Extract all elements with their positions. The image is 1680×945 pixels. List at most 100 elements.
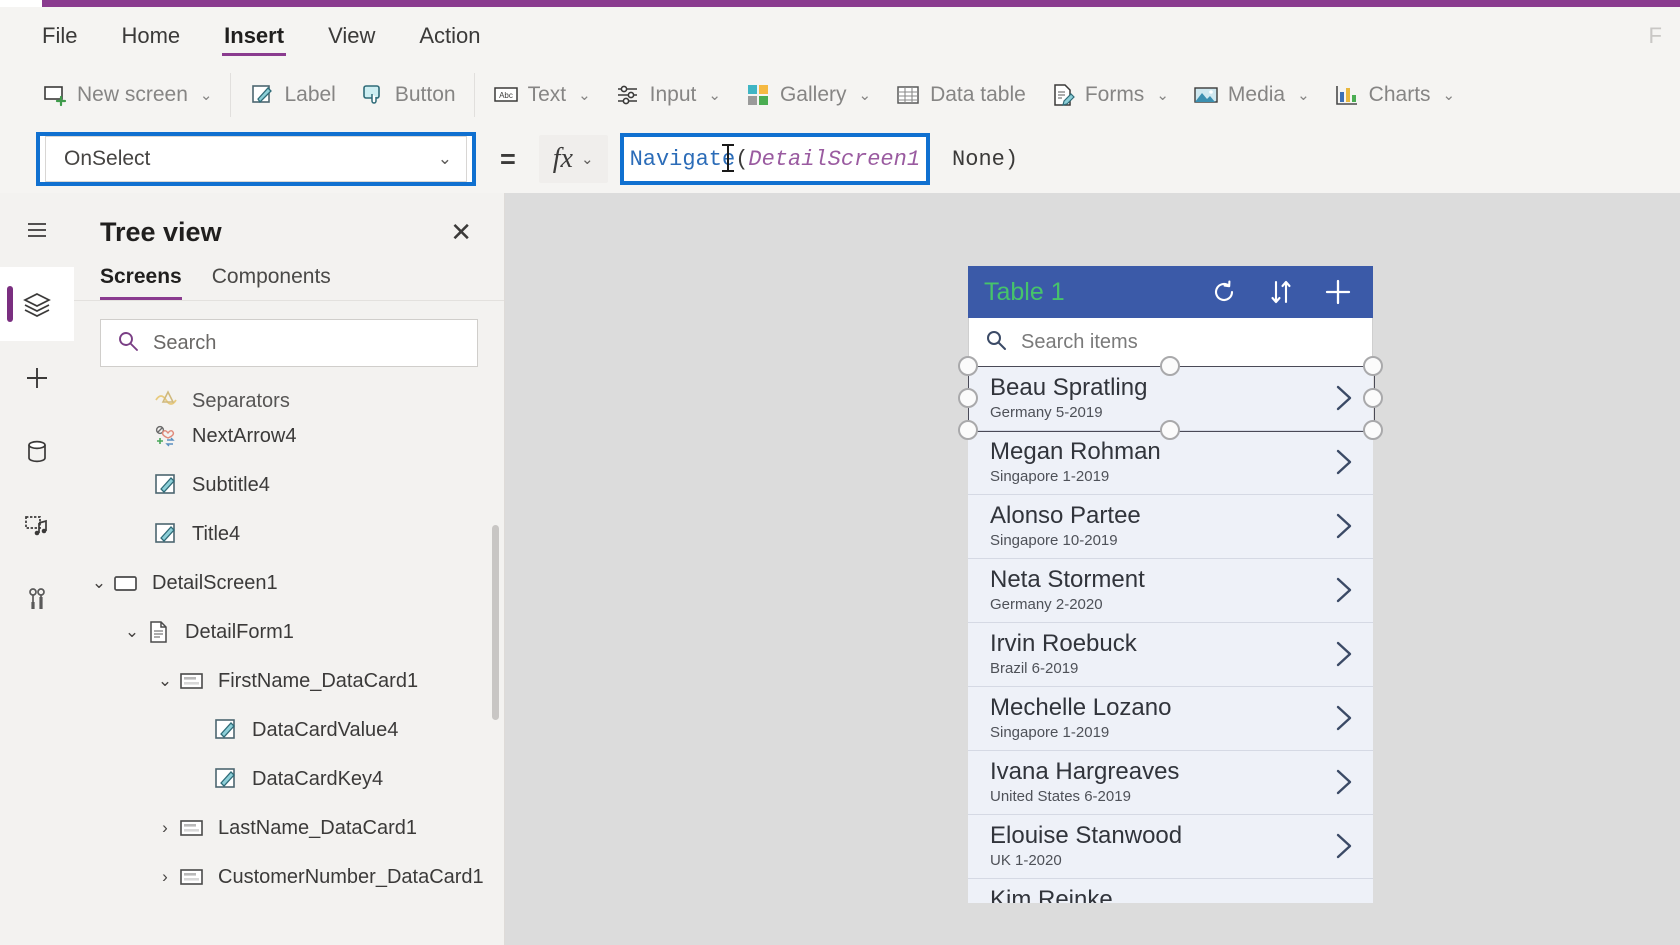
sort-icon[interactable] xyxy=(1266,277,1296,307)
ribbon-input-button[interactable]: Input ⌄ xyxy=(603,76,733,114)
next-arrow-icon[interactable] xyxy=(1333,511,1355,541)
tree-node-firstname-datacard1[interactable]: ⌄ FirstName_DataCard1 xyxy=(74,656,504,705)
datacard-icon xyxy=(178,863,206,891)
tab-screens[interactable]: Screens xyxy=(100,265,182,300)
tree-node-subtitle4[interactable]: Subtitle4 xyxy=(74,460,504,509)
next-arrow-icon[interactable] xyxy=(1333,447,1355,477)
resize-handle-middle-left[interactable] xyxy=(958,388,978,408)
chevron-down-icon[interactable]: ⌄ xyxy=(859,86,872,104)
ribbon-data-table-button[interactable]: Data table xyxy=(883,76,1038,114)
tree-view-panel: Tree view ✕ Screens Components Search Se… xyxy=(74,193,505,945)
equals-sign: = xyxy=(500,143,516,174)
next-arrow-icon[interactable] xyxy=(1333,575,1355,605)
search-placeholder: Search xyxy=(153,331,217,354)
menu-item-file[interactable]: File xyxy=(40,7,79,65)
ribbon-button-button[interactable]: Button xyxy=(348,76,468,114)
chevron-down-icon[interactable]: ⌄ xyxy=(152,671,178,691)
tree-node-customernumber-datacard1[interactable]: › CustomerNumber_DataCard1 xyxy=(74,852,504,901)
chevron-down-icon[interactable]: ⌄ xyxy=(200,86,213,104)
next-arrow-icon[interactable] xyxy=(1333,639,1355,669)
menu-item-label: File xyxy=(42,23,78,48)
next-arrow-icon[interactable] xyxy=(1333,831,1355,861)
formula-input[interactable]: Navigate(DetailScreen1 xyxy=(619,133,931,185)
ribbon-item-label: Label xyxy=(284,83,336,106)
chevron-down-icon[interactable]: ⌄ xyxy=(708,86,721,104)
ribbon-item-label: Gallery xyxy=(779,83,847,106)
chevron-right-icon[interactable]: › xyxy=(152,818,178,838)
data-icon[interactable] xyxy=(0,415,74,489)
add-icon[interactable] xyxy=(1323,277,1353,307)
chevron-down-icon[interactable]: ⌄ xyxy=(1443,86,1456,104)
gallery-icon xyxy=(745,82,771,108)
tree-view-scrollbar[interactable] xyxy=(492,525,499,720)
gallery-item[interactable]: Irvin Roebuck Brazil 6-2019 xyxy=(968,623,1373,687)
gallery-item[interactable]: Elouise Stanwood UK 1-2020 xyxy=(968,815,1373,879)
ribbon-item-label: Text xyxy=(527,83,567,106)
resize-handle-top-center[interactable] xyxy=(1160,356,1180,376)
resize-handle-middle-right[interactable] xyxy=(1363,388,1383,408)
ribbon-text-button[interactable]: Abc Text ⌄ xyxy=(481,76,603,114)
next-arrow-icon[interactable] xyxy=(1333,703,1355,733)
resize-handle-bottom-left[interactable] xyxy=(958,420,978,440)
separators-icon xyxy=(152,383,180,411)
icon-control-icon xyxy=(152,422,180,450)
media-library-icon[interactable] xyxy=(0,489,74,563)
gallery-item-name: Ivana Hargreaves xyxy=(990,758,1180,785)
chevron-down-icon[interactable]: ⌄ xyxy=(578,86,591,104)
advanced-tools-icon[interactable] xyxy=(0,563,74,637)
ribbon-forms-button[interactable]: Forms ⌄ xyxy=(1038,76,1181,114)
resize-handle-bottom-right[interactable] xyxy=(1363,420,1383,440)
resize-handle-top-left[interactable] xyxy=(958,356,978,376)
search-input[interactable]: Search xyxy=(100,319,478,367)
menu-bar-overflow[interactable]: F xyxy=(1649,23,1662,49)
chevron-down-icon[interactable]: ⌄ xyxy=(86,573,112,593)
gallery-item[interactable]: Alonso Partee Singapore 10-2019 xyxy=(968,495,1373,559)
property-dropdown[interactable]: OnSelect ⌄ xyxy=(45,136,467,182)
gallery-item[interactable]: Mechelle Lozano Singapore 1-2019 xyxy=(968,687,1373,751)
next-arrow-icon[interactable] xyxy=(1333,383,1355,413)
hamburger-menu-icon[interactable] xyxy=(0,193,74,267)
gallery-item[interactable]: Kim Reinke xyxy=(968,879,1373,903)
close-icon[interactable]: ✕ xyxy=(444,215,478,249)
resize-handle-top-right[interactable] xyxy=(1363,356,1383,376)
gallery-item-name: Beau Spratling xyxy=(990,374,1148,401)
tree-view-tabs: Screens Components xyxy=(74,255,504,301)
chevron-down-icon[interactable]: ⌄ xyxy=(119,622,145,642)
ribbon-new-screen-button[interactable]: New screen ⌄ xyxy=(30,76,224,114)
ribbon-media-button[interactable]: Media ⌄ xyxy=(1181,76,1322,114)
gallery-item-subtitle: Germany 5-2019 xyxy=(990,403,1103,421)
fx-button[interactable]: fx ⌄ xyxy=(538,135,608,183)
tree-node-datacardvalue4[interactable]: DataCardValue4 xyxy=(74,705,504,754)
tree-node-title4[interactable]: Title4 xyxy=(74,509,504,558)
chevron-down-icon[interactable]: ⌄ xyxy=(1156,86,1169,104)
menu-item-insert[interactable]: Insert xyxy=(222,7,286,65)
ribbon-label-button[interactable]: Label xyxy=(237,76,347,114)
tree-node-detailform1[interactable]: ⌄ DetailForm1 xyxy=(74,607,504,656)
tree-node-datacardkey4[interactable]: DataCardKey4 xyxy=(74,754,504,803)
tree-node-detailscreen1[interactable]: ⌄ DetailScreen1 xyxy=(74,558,504,607)
tree-node-label: FirstName_DataCard1 xyxy=(218,669,419,692)
gallery-item[interactable]: Neta Storment Germany 2-2020 xyxy=(968,559,1373,623)
chevron-down-icon[interactable]: ⌄ xyxy=(1297,86,1310,104)
ribbon-charts-button[interactable]: Charts ⌄ xyxy=(1322,76,1467,114)
ribbon-item-label: Data table xyxy=(930,83,1026,106)
insert-plus-icon[interactable] xyxy=(0,341,74,415)
chevron-down-icon: ⌄ xyxy=(581,151,594,168)
tree-node-nextarrow4[interactable]: NextArrow4 xyxy=(74,411,504,460)
tab-components[interactable]: Components xyxy=(212,265,331,300)
ribbon-gallery-button[interactable]: Gallery ⌄ xyxy=(733,76,883,114)
menu-item-action[interactable]: Action xyxy=(417,7,482,65)
gallery-item[interactable]: Ivana Hargreaves United States 6-2019 xyxy=(968,751,1373,815)
tree-view-icon[interactable] xyxy=(0,267,74,341)
chevron-right-icon[interactable]: › xyxy=(152,867,178,887)
menu-item-label: Insert xyxy=(224,23,285,48)
tree-node-separators[interactable]: Separators xyxy=(74,381,504,411)
tree-node-lastname-datacard1[interactable]: › LastName_DataCard1 xyxy=(74,803,504,852)
refresh-icon[interactable] xyxy=(1209,277,1239,307)
resize-handle-bottom-center[interactable] xyxy=(1160,420,1180,440)
menu-item-home[interactable]: Home xyxy=(119,7,182,65)
menu-item-label: Home xyxy=(121,23,181,48)
menu-item-view[interactable]: View xyxy=(326,7,377,65)
gallery-item[interactable]: Megan Rohman Singapore 1-2019 xyxy=(968,431,1373,495)
next-arrow-icon[interactable] xyxy=(1333,767,1355,797)
